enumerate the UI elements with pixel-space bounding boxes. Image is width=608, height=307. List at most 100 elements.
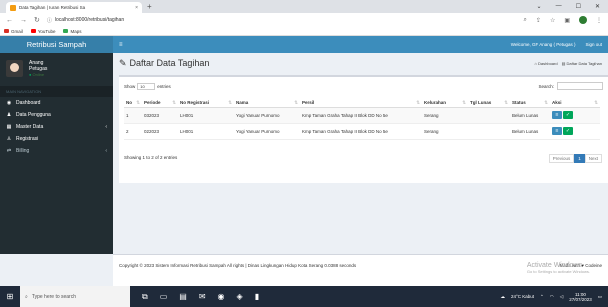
maps-icon bbox=[63, 29, 69, 33]
wifi-icon[interactable]: ◠ bbox=[550, 294, 554, 300]
tray-chevron-icon[interactable]: ⌃ bbox=[540, 294, 544, 300]
file-explorer-icon[interactable]: ▭ bbox=[160, 292, 168, 302]
cell-aksi: ≡ ✓ bbox=[550, 123, 600, 140]
vscode-icon[interactable]: ◈ bbox=[237, 292, 243, 302]
maximize-icon[interactable]: ☐ bbox=[576, 3, 581, 10]
menu-kebab-icon[interactable]: ⋮ bbox=[596, 17, 602, 24]
tab-title: Data Tagihan | Iuran Retribusi Sa bbox=[19, 5, 86, 10]
sign-out-link[interactable]: Sign out bbox=[585, 42, 602, 47]
sidebar-item-master-data[interactable]: ▦ Master Data ‹ bbox=[0, 121, 113, 133]
edit-icon: ✎ bbox=[119, 57, 127, 68]
search-input[interactable] bbox=[557, 82, 603, 90]
bookmark-star-icon[interactable]: ☆ bbox=[550, 17, 555, 24]
cell-persil: Kmp Taman Graha Tahap II Blok DD No 5e bbox=[300, 123, 422, 140]
chrome-icon[interactable]: ◉ bbox=[218, 292, 225, 302]
profile-avatar[interactable] bbox=[579, 16, 587, 24]
sidebar-item-dashboard[interactable]: ◉ Dashboard bbox=[0, 97, 113, 109]
reload-icon[interactable]: ↻ bbox=[34, 16, 40, 24]
clock[interactable]: 11:00 27/07/2023 bbox=[569, 292, 592, 302]
chevron-left-icon: ‹ bbox=[105, 148, 107, 154]
browser-tab[interactable]: Data Tagihan | Iuran Retribusi Sa × bbox=[6, 2, 142, 13]
share-icon[interactable]: ⇪ bbox=[536, 17, 541, 24]
view-button[interactable]: ≡ bbox=[552, 111, 562, 119]
browser-actions: ⌕ ⇪ ☆ ▣ ⋮ bbox=[524, 16, 602, 24]
bookmark-gmail[interactable]: Gmail bbox=[4, 29, 23, 34]
pagination-next[interactable]: Next bbox=[584, 154, 602, 163]
welcome-text: Welcome, GF Anang ( Petugas ) bbox=[510, 42, 576, 47]
close-icon[interactable]: ✕ bbox=[595, 3, 600, 10]
windows-start-icon[interactable]: ⊞ bbox=[0, 292, 20, 301]
browser-tabbar: Data Tagihan | Iuran Retribusi Sa × + ⌄ … bbox=[0, 0, 608, 13]
clock-date: 27/07/2023 bbox=[569, 296, 592, 302]
sidebar-item-registrasi[interactable]: ♙ Registrasi bbox=[0, 133, 113, 145]
terminal-icon[interactable]: ▮ bbox=[255, 292, 259, 302]
exchange-icon: ⇄ bbox=[6, 148, 12, 154]
cell-persil: Kmp Taman Graha Tahap II Blok DD No 5e bbox=[300, 107, 422, 124]
cell-status: Belum Lunas bbox=[510, 123, 550, 140]
sidebar-item-billing[interactable]: ⇄ Billing ‹ bbox=[0, 145, 113, 157]
entries-label: entries bbox=[157, 83, 171, 89]
app-logo[interactable]: Retribusi Sampah bbox=[0, 36, 113, 53]
sidebar-item-label: Data Pengguna bbox=[16, 112, 51, 118]
cell-status: Belum Lunas bbox=[510, 107, 550, 124]
zoom-icon[interactable]: ⌕ bbox=[524, 17, 527, 24]
bookmark-youtube[interactable]: YouTube bbox=[30, 29, 55, 34]
table-header-row: No ⇅ Periode ⇅ No Registrasi ⇅ Nama ⇅ Persil… bbox=[124, 99, 600, 108]
col-aksi[interactable]: Aksi ⇅ bbox=[550, 99, 600, 108]
notifications-icon[interactable]: ▭ bbox=[598, 294, 602, 300]
youtube-icon bbox=[30, 29, 36, 33]
info-icon[interactable]: ⓘ bbox=[47, 17, 52, 24]
col-persil[interactable]: Persil ⇅ bbox=[300, 99, 422, 108]
sidebar-item-label: Billing bbox=[16, 148, 30, 154]
tab-close-icon[interactable]: × bbox=[135, 5, 138, 11]
page-title: ✎ Daftar Data Tagihan bbox=[119, 58, 209, 69]
back-icon[interactable]: ← bbox=[6, 17, 13, 24]
view-button[interactable]: ≡ bbox=[552, 127, 562, 135]
taskbar-search[interactable]: ⌕ Type here to search bbox=[20, 286, 130, 307]
user-panel: Anang Petugas ● Online bbox=[0, 53, 113, 85]
cell-aksi: ≡ ✓ bbox=[550, 107, 600, 124]
sort-icon: ⇅ bbox=[136, 100, 140, 106]
col-nama[interactable]: Nama ⇅ bbox=[234, 99, 300, 108]
check-icon: ✓ bbox=[565, 128, 571, 134]
forward-icon[interactable]: → bbox=[20, 17, 27, 24]
sidebar-item-data-pengguna[interactable]: ♟ Data Pengguna bbox=[0, 109, 113, 121]
chevron-down-icon[interactable]: ⌄ bbox=[537, 3, 542, 10]
task-view-icon[interactable]: ⧉ bbox=[142, 292, 148, 302]
sort-icon: ⇅ bbox=[172, 100, 176, 106]
pay-button[interactable]: ✓ bbox=[563, 127, 573, 135]
cell-nama: Yogi Yanuar Purnomo bbox=[234, 123, 300, 140]
copyright-text: Copyright © 2023 Sistem Informasi Retrib… bbox=[119, 263, 357, 268]
sort-icon: ⇅ bbox=[228, 100, 232, 106]
pagination-previous[interactable]: Previous bbox=[548, 154, 575, 163]
bookmark-maps[interactable]: Maps bbox=[63, 29, 81, 34]
table-box: Show 10 entries Search: No ⇅ Periode ⇅ No … bbox=[119, 75, 608, 183]
weather-icon: ☁ bbox=[500, 293, 505, 299]
pagination-page-1[interactable]: 1 bbox=[574, 154, 585, 163]
volume-icon[interactable]: ◁ bbox=[560, 294, 563, 300]
pay-button[interactable]: ✓ bbox=[563, 111, 573, 119]
breadcrumb-dashboard[interactable]: ⌂ Dashboard bbox=[534, 61, 557, 66]
sidepanel-icon[interactable]: ▣ bbox=[564, 17, 570, 24]
user-icon: ♟ bbox=[6, 112, 12, 118]
cell-no: 1 bbox=[124, 107, 142, 124]
col-periode[interactable]: Periode ⇅ bbox=[142, 99, 178, 108]
col-no-registrasi[interactable]: No Registrasi ⇅ bbox=[178, 99, 234, 108]
store-icon[interactable]: ▤ bbox=[179, 292, 187, 302]
col-no[interactable]: No ⇅ bbox=[124, 99, 142, 108]
col-status[interactable]: Status ⇅ bbox=[510, 99, 550, 108]
entries-select[interactable]: 10 bbox=[137, 82, 156, 90]
sidebar-toggle-icon[interactable]: ≡ bbox=[119, 42, 123, 48]
url-field[interactable]: ⓘ localhost:8000/retribusi/tagihan bbox=[47, 17, 124, 24]
new-tab-button[interactable]: + bbox=[147, 2, 152, 11]
bookmark-label: Maps bbox=[70, 28, 82, 34]
watermark-title: Activate Windows bbox=[526, 262, 583, 269]
sort-icon: ⇅ bbox=[594, 100, 598, 106]
col-kelurahan[interactable]: Kelurahan ⇅ bbox=[422, 99, 468, 108]
minimize-icon[interactable]: — bbox=[556, 3, 562, 10]
mail-icon[interactable]: ✉ bbox=[199, 292, 206, 302]
weather-text[interactable]: 24°C Kabut bbox=[511, 294, 534, 299]
watermark-sub: Go to Settings to activate Windows. bbox=[526, 269, 590, 274]
sort-icon: ⇅ bbox=[462, 100, 466, 106]
col-tgl-lunas[interactable]: Tgl Lunas ⇅ bbox=[468, 99, 510, 108]
